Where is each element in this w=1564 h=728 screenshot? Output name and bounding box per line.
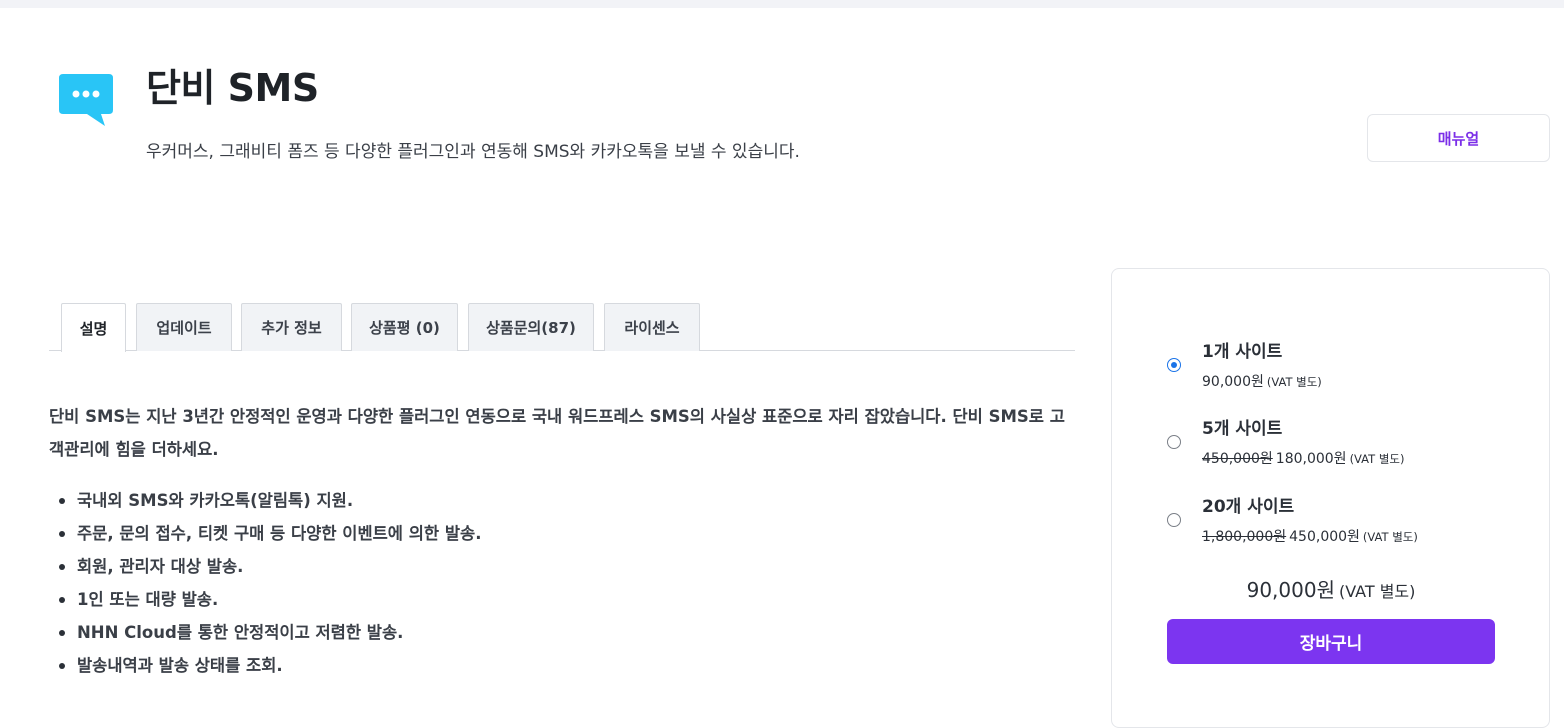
original-price: 450,000원 [1202, 451, 1273, 467]
license-option-1-site[interactable]: 1개 사이트 90,000원 (VAT 별도) [1167, 340, 1497, 400]
vat-note: (VAT 별도) [1349, 452, 1405, 466]
license-option-5-sites[interactable]: 5개 사이트 450,000원 180,000원 (VAT 별도) [1167, 417, 1497, 477]
tab-inquiries[interactable]: 상품문의(87) [468, 303, 594, 351]
option-title: 5개 사이트 [1202, 419, 1283, 439]
intro-paragraph: 단비 SMS는 지난 3년간 안정적인 운영과 다양한 플러그인 연동으로 국내… [49, 407, 1065, 459]
option-price: 450,000원 180,000원 (VAT 별도) [1202, 449, 1404, 469]
option-title: 1개 사이트 [1202, 342, 1283, 362]
tab-additional-info[interactable]: 추가 정보 [241, 303, 342, 351]
option-title: 20개 사이트 [1202, 497, 1295, 517]
radio-button[interactable] [1167, 358, 1181, 372]
radio-button[interactable] [1167, 513, 1181, 527]
list-item: 회원, 관리자 대상 발송. [49, 550, 481, 583]
price: 90,000원 [1202, 374, 1264, 390]
original-price: 1,800,000원 [1202, 529, 1287, 545]
list-item: 1인 또는 대량 발송. [49, 583, 481, 616]
chat-bubble-icon [57, 72, 115, 128]
option-price: 1,800,000원 450,000원 (VAT 별도) [1202, 527, 1418, 547]
vat-note: (VAT 별도) [1266, 375, 1322, 389]
total-amount: 90,000원 [1246, 578, 1335, 602]
feature-list: 국내외 SMS와 카카오톡(알림톡) 지원. 주문, 문의 접수, 티켓 구매 … [49, 484, 481, 682]
price: 450,000원 [1289, 529, 1360, 545]
add-to-cart-button[interactable]: 장바구니 [1167, 619, 1495, 664]
top-strip [0, 0, 1564, 8]
product-description: 우커머스, 그래비티 폼즈 등 다양한 플러그인과 연동해 SMS와 카카오톡을… [146, 142, 800, 162]
tab-reviews[interactable]: 상품평 (0) [351, 303, 458, 351]
list-item: 국내외 SMS와 카카오톡(알림톡) 지원. [49, 484, 481, 517]
price: 180,000원 [1275, 451, 1347, 467]
radio-button[interactable] [1167, 435, 1181, 449]
list-item: 주문, 문의 접수, 티켓 구매 등 다양한 이벤트에 의한 발송. [49, 517, 481, 550]
tab-bar: 설명 업데이트 추가 정보 상품평 (0) 상품문의(87) 라이센스 [49, 303, 1075, 352]
option-price: 90,000원 (VAT 별도) [1202, 372, 1322, 392]
total-price: 90,000원 (VAT 별도) [1167, 575, 1495, 607]
total-vat-note: (VAT 별도) [1338, 582, 1416, 601]
vat-note: (VAT 별도) [1362, 530, 1418, 544]
license-option-20-sites[interactable]: 20개 사이트 1,800,000원 450,000원 (VAT 별도) [1167, 495, 1497, 555]
manual-button[interactable]: 매뉴얼 [1367, 114, 1550, 162]
tab-license[interactable]: 라이센스 [604, 303, 700, 351]
tab-description[interactable]: 설명 [61, 303, 126, 352]
list-item: NHN Cloud를 통한 안정적이고 저렴한 발송. [49, 616, 481, 649]
tab-updates[interactable]: 업데이트 [136, 303, 232, 351]
list-item: 발송내역과 발송 상태를 조회. [49, 649, 481, 682]
page-title: 단비 SMS [146, 66, 319, 110]
